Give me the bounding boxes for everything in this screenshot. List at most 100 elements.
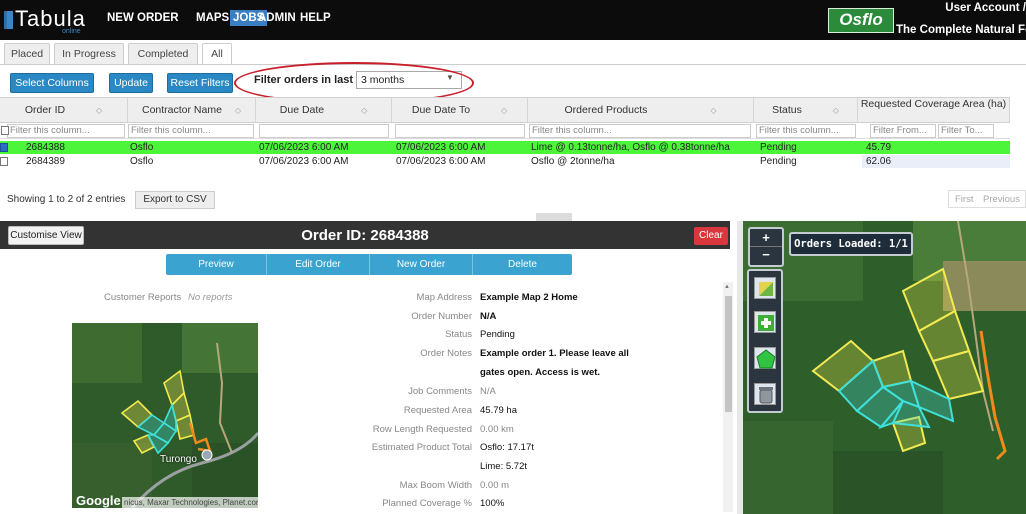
cell-status: Pending [760, 142, 797, 153]
filter-input-due-date[interactable] [259, 124, 389, 138]
order-title: Order ID: 2684388 [301, 227, 429, 244]
detail-label: Max Boom Width [399, 480, 472, 491]
orders-map-image [743, 220, 1026, 514]
detail-value: N/A [480, 386, 496, 397]
detail-value: Example order 1. Please leave all [480, 348, 629, 359]
cell-area: 62.06 [862, 155, 1010, 168]
map-layer-icon[interactable] [754, 277, 776, 299]
col-due-date-to[interactable]: Due Date To ◇ [392, 97, 528, 123]
col-label: Due Date [279, 104, 325, 116]
nav-admin[interactable]: ADMIN [258, 12, 296, 24]
brand-tagline: The Complete Natural Fer [896, 24, 1026, 36]
customer-reports-value: No reports [188, 292, 233, 303]
sort-icon[interactable]: ◇ [361, 106, 367, 115]
tabula-logo-icon [4, 11, 13, 29]
sort-icon[interactable]: ◇ [96, 106, 102, 115]
app-logo-sub: online [62, 28, 81, 35]
detail-value: gates open. Access is wet. [480, 367, 601, 378]
scroll-up-icon[interactable]: ▲ [724, 284, 730, 290]
tab-placed[interactable]: Placed [4, 43, 50, 65]
user-account-link[interactable]: User Account / [896, 2, 1026, 14]
pager-previous-button[interactable]: Previous [983, 194, 1020, 205]
detail-label: Status [445, 329, 472, 340]
sort-icon[interactable]: ◇ [235, 106, 241, 115]
detail-label: Row Length Requested [372, 424, 472, 435]
orders-map[interactable]: + − Orders Loaded: 1/1 [743, 220, 1026, 514]
detail-label: Order Number [411, 311, 472, 322]
nav-new-order[interactable]: NEW ORDER [107, 12, 179, 24]
cell-products: Osflo @ 2tonne/ha [531, 156, 615, 167]
col-label: Ordered Products [564, 104, 648, 116]
row-checkbox[interactable] [0, 157, 8, 166]
detail-value: N/A [480, 311, 497, 322]
detail-label: Order Notes [420, 348, 472, 359]
cell-contractor: Osflo [130, 156, 154, 167]
select-columns-button[interactable]: Select Columns [10, 73, 94, 93]
filter-input-products[interactable]: Filter this column... [529, 124, 751, 138]
delete-button[interactable]: Delete [473, 254, 572, 275]
update-button[interactable]: Update [109, 73, 153, 93]
cell-order-id: 2684388 [26, 142, 65, 153]
filter-select-status[interactable]: Filter this column... [756, 124, 856, 138]
new-order-button[interactable]: New Order [370, 254, 472, 275]
filter-area-to[interactable]: Filter To... [938, 124, 994, 138]
filter-area-from[interactable]: Filter From... [870, 124, 936, 138]
google-attribution: Google [76, 493, 121, 508]
map-credits: nicus, Maxar Technologies, Planet.com [122, 497, 258, 508]
col-label: Order ID [24, 104, 66, 116]
sort-icon[interactable]: ◇ [833, 106, 839, 115]
col-order-id[interactable]: Order ID ◇ [0, 97, 128, 123]
select-all-checkbox[interactable] [1, 126, 9, 135]
filter-input-contractor[interactable]: Filter this column... [128, 124, 254, 138]
detail-value: 0.00 km [480, 424, 514, 435]
tab-divider [0, 64, 1026, 65]
col-due-date[interactable]: Due Date ◇ [256, 97, 392, 123]
nav-maps[interactable]: MAPS [196, 12, 229, 24]
trash-icon[interactable] [754, 383, 776, 405]
map-tool-palette [747, 269, 783, 413]
cell-due-date: 07/06/2023 6:00 AM [259, 142, 349, 153]
cell-products: Lime @ 0.13tonne/ha, Osflo @ 0.38tonne/h… [531, 142, 730, 153]
table-row[interactable]: 2684389 Osflo 07/06/2023 6:00 AM 07/06/2… [0, 155, 1010, 168]
detail-value: 0.00 m [480, 480, 510, 491]
detail-value: Example Map 2 Home [480, 292, 578, 303]
export-csv-button[interactable]: Export to CSV [135, 191, 215, 209]
zoom-out-button[interactable]: − [750, 247, 782, 265]
draw-polygon-icon[interactable] [754, 347, 776, 369]
reset-filters-button[interactable]: Reset Filters [167, 73, 233, 93]
sort-icon[interactable]: ◇ [710, 106, 716, 115]
tab-in-progress[interactable]: In Progress [54, 43, 124, 65]
map-place-label: Turongo [160, 454, 197, 465]
preview-button[interactable]: Preview [166, 254, 266, 275]
col-ordered-products[interactable]: Ordered Products ◇ [528, 97, 754, 123]
nav-help[interactable]: HELP [300, 12, 331, 24]
order-mini-map[interactable]: Turongo Google nicus, Maxar Technologies… [72, 323, 260, 509]
zoom-controls: + − [748, 227, 784, 267]
splitter-handle[interactable] [536, 213, 572, 221]
scrollbar-thumb[interactable] [725, 296, 732, 412]
clear-button[interactable]: Clear [694, 227, 728, 245]
cell-due-date-to: 07/06/2023 6:00 AM [396, 156, 486, 167]
table-row[interactable]: 2684388 Osflo 07/06/2023 6:00 AM 07/06/2… [0, 141, 1010, 154]
zoom-in-button[interactable]: + [750, 229, 782, 247]
edit-order-button[interactable]: Edit Order [267, 254, 369, 275]
detail-value: 45.79 ha [480, 405, 517, 416]
row-checkbox[interactable] [0, 143, 8, 152]
col-requested-coverage-area[interactable]: Requested Coverage Area (ha) [858, 97, 1010, 123]
col-label: Status [772, 104, 802, 116]
detail-label: Job Comments [408, 386, 472, 397]
col-status[interactable]: Status ◇ [754, 97, 858, 123]
col-contractor-name[interactable]: Contractor Name ◇ [128, 97, 256, 123]
orders-loaded-badge: Orders Loaded: 1/1 [789, 232, 913, 256]
filter-input-order-id[interactable]: Filter this column... [7, 124, 125, 138]
filter-input-due-date-to[interactable] [395, 124, 525, 138]
add-field-icon[interactable] [754, 311, 776, 333]
tab-completed[interactable]: Completed [128, 43, 198, 65]
col-label: Requested Coverage Area (ha) [860, 98, 1007, 110]
sort-icon[interactable]: ◇ [501, 106, 507, 115]
detail-label: Requested Area [403, 405, 472, 416]
detail-value: Pending [480, 329, 515, 340]
col-label: Due Date To [411, 104, 471, 116]
pager-first-button[interactable]: First [955, 194, 973, 205]
tab-all[interactable]: All [202, 43, 232, 65]
